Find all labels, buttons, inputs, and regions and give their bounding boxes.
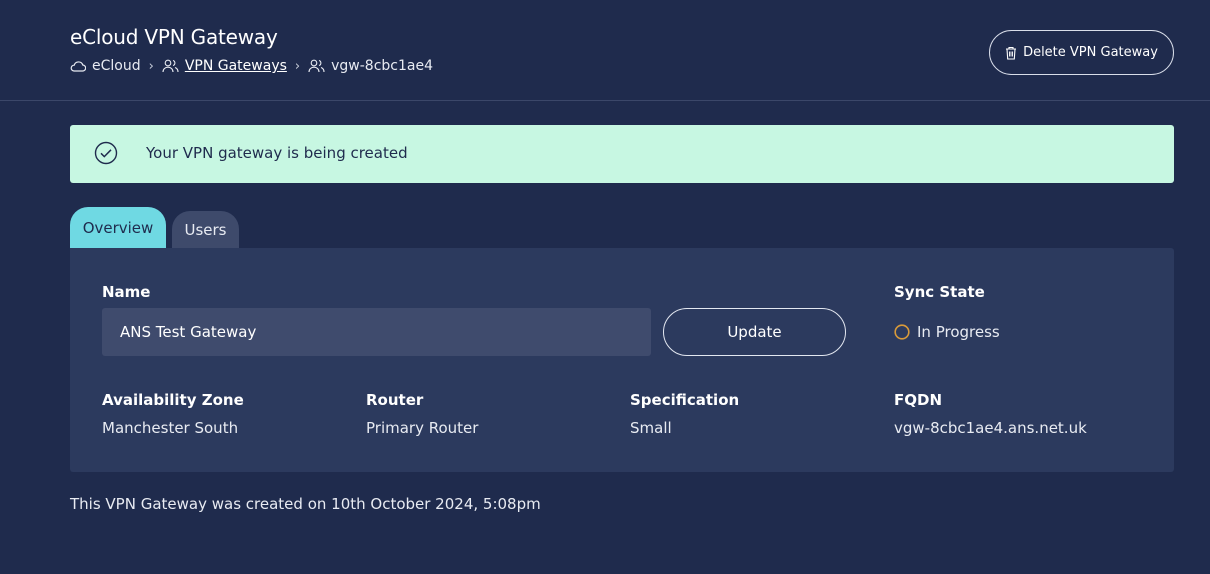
name-input[interactable] [102, 308, 651, 356]
specification-value: Small [630, 419, 672, 437]
breadcrumb-vpn-gateways-link[interactable]: VPN Gateways [185, 58, 287, 74]
tab-overview[interactable]: Overview [70, 207, 166, 248]
delete-vpn-gateway-button[interactable]: Delete VPN Gateway [989, 30, 1174, 75]
delete-button-label: Delete VPN Gateway [1023, 45, 1158, 60]
router-label: Router [366, 391, 424, 409]
fqdn-value: vgw-8cbc1ae4.ans.net.uk [894, 419, 1087, 437]
availability-zone-value: Manchester South [102, 419, 239, 437]
creation-alert: Your VPN gateway is being created [70, 125, 1174, 183]
breadcrumb: eCloud › VPN Gateways › vgw-8cbc1ae4 [70, 57, 433, 75]
router-value: Primary Router [366, 419, 479, 437]
sync-state-value: In Progress [917, 323, 1000, 341]
breadcrumb-section[interactable]: VPN Gateways [162, 58, 287, 74]
cloud-icon [70, 61, 86, 72]
breadcrumb-root[interactable]: eCloud [70, 58, 141, 74]
page-title: eCloud VPN Gateway [70, 25, 278, 49]
name-label: Name [102, 283, 151, 301]
check-circle-icon [94, 141, 118, 165]
overview-panel: Name Update Sync State In Progress Avail… [70, 248, 1174, 472]
created-note: This VPN Gateway was created on 10th Oct… [70, 495, 541, 513]
sync-state-status: In Progress [894, 323, 1000, 341]
progress-ring-icon [894, 324, 910, 340]
availability-zone-label: Availability Zone [102, 391, 244, 409]
trash-icon [1006, 46, 1017, 60]
chevron-right-icon: › [294, 58, 301, 74]
breadcrumb-root-label: eCloud [92, 58, 141, 74]
page-header: eCloud VPN Gateway eCloud › VPN Gateways… [0, 0, 1210, 101]
chevron-right-icon: › [148, 58, 154, 74]
breadcrumb-current: vgw-8cbc1ae4 [308, 58, 433, 74]
update-button[interactable]: Update [663, 308, 846, 356]
users-icon [308, 59, 325, 73]
users-icon [162, 59, 179, 73]
breadcrumb-current-label: vgw-8cbc1ae4 [331, 58, 433, 74]
sync-state-label: Sync State [894, 283, 985, 301]
fqdn-label: FQDN [894, 391, 943, 409]
tab-users[interactable]: Users [172, 211, 239, 248]
specification-label: Specification [630, 391, 740, 409]
alert-message: Your VPN gateway is being created [146, 144, 408, 162]
